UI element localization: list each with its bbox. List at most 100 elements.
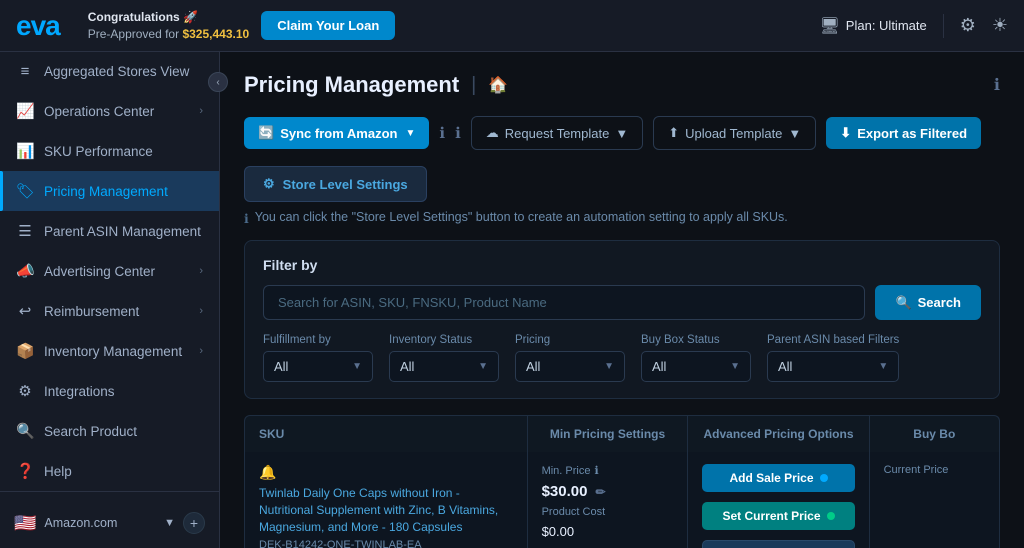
sidebar-item-operations-center[interactable]: 📈 Operations Center › [0, 91, 219, 131]
sidebar-item-search-product[interactable]: 🔍 Search Product [0, 411, 219, 451]
filter-label: Parent ASIN based Filters [767, 334, 899, 346]
sidebar-icon: 🔍 [16, 422, 34, 440]
sidebar-icon: ≡ [16, 63, 34, 80]
product-name[interactable]: Twinlab Daily One Caps without Iron - Nu… [259, 485, 513, 535]
claim-loan-button[interactable]: Claim Your Loan [261, 11, 395, 40]
upload-template-label: Upload Template [685, 126, 782, 141]
filter-group-parent-asin-based-filters: Parent ASIN based Filters All ▼ [767, 334, 899, 382]
main-layout: ‹ ≡ Aggregated Stores View 📈 Operations … [0, 52, 1024, 548]
filter-group-fulfillment-by: Fulfillment by All ▼ [263, 334, 373, 382]
export-label: Export as Filtered [857, 126, 967, 141]
pricing-settings-button[interactable]: Pricing Settings [702, 540, 854, 548]
content-area: Pricing Management | 🏠 ℹ 🔄 Sync from Ama… [220, 52, 1024, 548]
upload-template-icon: ⬆ [668, 125, 679, 141]
sidebar: ‹ ≡ Aggregated Stores View 📈 Operations … [0, 52, 220, 548]
page-info-icon[interactable]: ℹ [994, 75, 1000, 95]
filter-arrow-icon: ▼ [604, 361, 614, 372]
toolbar-sync-info[interactable]: ℹ [439, 124, 445, 142]
chevron-icon: › [199, 265, 203, 277]
sidebar-item-reimbursement[interactable]: ↩ Reimbursement › [0, 291, 219, 331]
store-level-settings-button[interactable]: ⚙ Store Level Settings [244, 166, 427, 202]
sidebar-item-help[interactable]: ❓ Help [0, 451, 219, 491]
preapproved-label: Pre-Approved for [88, 27, 179, 41]
brightness-icon[interactable]: ☀ [992, 15, 1008, 36]
cost-value: $0.00 [542, 524, 575, 539]
row-buybox-cell: Current Price [870, 452, 999, 548]
min-price-info-icon[interactable]: ℹ [594, 464, 598, 477]
plan-label: Plan: Ultimate [846, 18, 927, 33]
sidebar-item-label: Inventory Management [44, 344, 182, 359]
filter-label: Fulfillment by [263, 334, 373, 346]
bell-icon[interactable]: 🔔 [259, 464, 276, 481]
sidebar-item-sku-performance[interactable]: 📊 SKU Performance [0, 131, 219, 171]
sidebar-item-pricing-management[interactable]: 🏷 Pricing Management [0, 171, 219, 211]
sync-amazon-button[interactable]: 🔄 Sync from Amazon ▼ [244, 117, 429, 149]
home-icon[interactable]: 🏠 [488, 75, 508, 95]
edit-icon[interactable]: ✏ [595, 485, 605, 499]
filter-arrow-icon: ▼ [478, 361, 488, 372]
filter-select[interactable]: All ▼ [389, 351, 499, 382]
sidebar-icon: 📈 [16, 102, 34, 120]
loan-amount: $325,443.10 [182, 27, 249, 41]
store-selector[interactable]: 🇺🇸 Amazon.com ▼ + [0, 502, 219, 544]
add-sale-price-button[interactable]: Add Sale Price [702, 464, 854, 492]
page-title: Pricing Management [244, 72, 459, 98]
export-button[interactable]: ⬇ Export as Filtered [826, 117, 981, 149]
toolbar-info-2[interactable]: ℹ [455, 124, 461, 142]
sidebar-item-label: Reimbursement [44, 304, 139, 319]
sidebar-item-label: Pricing Management [44, 184, 168, 199]
min-price-value: $30.00 ✏ [542, 483, 606, 500]
search-button[interactable]: 🔍 Search [875, 285, 981, 320]
add-store-button[interactable]: + [183, 512, 205, 534]
sidebar-item-inventory-management[interactable]: 📦 Inventory Management › [0, 331, 219, 371]
filter-select[interactable]: All ▼ [263, 351, 373, 382]
set-current-price-button[interactable]: Set Current Price [702, 502, 854, 530]
table-column-buy-bo: Buy Bo [870, 416, 999, 452]
sidebar-item-label: Operations Center [44, 104, 154, 119]
filter-select[interactable]: All ▼ [641, 351, 751, 382]
filter-section: Filter by 🔍 Search Fulfillment by All ▼ … [244, 240, 1000, 399]
chevron-icon: › [199, 345, 203, 357]
request-template-button[interactable]: ☁ Request Template ▼ [471, 116, 643, 150]
sync-label: Sync from Amazon [280, 126, 397, 141]
topbar: eva Congratulations 🚀 Pre-Approved for $… [0, 0, 1024, 52]
divider [943, 14, 944, 38]
product-sku: DEK-B14242-ONE-TWINLAB-EA [259, 539, 422, 548]
sidebar-item-label: SKU Performance [44, 144, 153, 159]
sidebar-item-advertising-center[interactable]: 📣 Advertising Center › [0, 251, 219, 291]
filter-select[interactable]: All ▼ [767, 351, 899, 382]
upload-chevron-icon: ▼ [788, 126, 801, 141]
sidebar-item-parent-asin-management[interactable]: ☰ Parent ASIN Management [0, 211, 219, 251]
filter-value: All [274, 359, 288, 374]
filter-group-buy-box-status: Buy Box Status All ▼ [641, 334, 751, 382]
sidebar-item-aggregated-stores-view[interactable]: ≡ Aggregated Stores View [0, 52, 219, 91]
hint-icon: ℹ [244, 211, 249, 226]
cost-label: Product Cost [542, 506, 606, 518]
filter-label: Inventory Status [389, 334, 499, 346]
sidebar-item-label: Advertising Center [44, 264, 155, 279]
filter-group-pricing: Pricing All ▼ [515, 334, 625, 382]
store-chevron-icon: ▼ [164, 517, 175, 529]
row-advanced-pricing-cell: Add Sale Price Set Current Price Pricing… [688, 452, 869, 548]
filter-dropdowns: Fulfillment by All ▼ Inventory Status Al… [263, 334, 981, 382]
search-icon: 🔍 [895, 295, 911, 311]
filter-arrow-icon: ▼ [352, 361, 362, 372]
sync-dropdown-arrow: ▼ [405, 128, 415, 139]
settings-gear-icon: ⚙ [263, 176, 275, 192]
search-input-wrap [263, 285, 865, 320]
hint-text: You can click the "Store Level Settings"… [255, 210, 788, 224]
filter-value: All [526, 359, 540, 374]
sidebar-item-integrations[interactable]: ⚙ Integrations [0, 371, 219, 411]
settings-icon[interactable]: ⚙ [960, 15, 976, 36]
table-row: 🔔 Twinlab Daily One Caps without Iron - … [244, 452, 1000, 548]
filter-select[interactable]: All ▼ [515, 351, 625, 382]
page-header: Pricing Management | 🏠 ℹ [244, 72, 1000, 98]
upload-template-button[interactable]: ⬆ Upload Template ▼ [653, 116, 816, 150]
sidebar-item-label: Integrations [44, 384, 115, 399]
search-input[interactable] [263, 285, 865, 320]
export-icon: ⬇ [840, 125, 851, 141]
sidebar-item-label: Search Product [44, 424, 137, 439]
congrats-text: Congratulations 🚀 [88, 10, 198, 24]
table-column-sku: SKU [245, 416, 528, 452]
sidebar-item-label: Parent ASIN Management [44, 224, 201, 239]
